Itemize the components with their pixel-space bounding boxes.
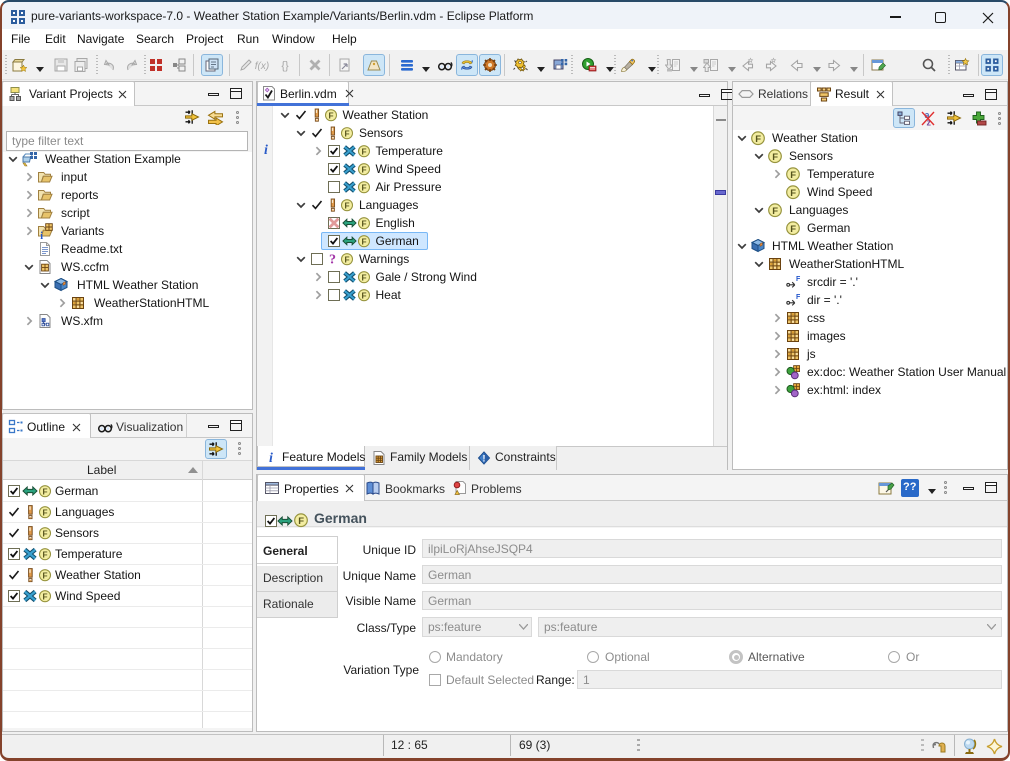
svg-text:F: F [772,206,778,217]
svg-text:F: F [43,487,48,497]
svg-text:F: F [43,550,48,560]
svg-text:f(x): f(x) [255,61,269,72]
svg-text:F: F [361,237,366,247]
svg-text:F: F [345,129,350,139]
svg-text:F: F [43,571,48,581]
svg-text:F: F [361,183,366,193]
svg-text:F: F [790,170,796,181]
svg-text:F: F [796,276,801,283]
svg-text:F: F [361,165,366,175]
svg-text:F: F [345,255,350,265]
svg-text:?: ? [329,252,336,267]
svg-text:F: F [361,219,366,229]
svg-text:i: i [264,143,268,157]
svg-text:F: F [361,273,366,283]
svg-text:F: F [361,147,366,157]
svg-text:F: F [755,134,761,145]
svg-text:F: F [328,111,333,121]
svg-text:!: ! [483,454,486,464]
svg-text:F: F [361,291,366,301]
svg-text:F: F [796,294,801,301]
svg-text:F: F [790,224,796,235]
svg-text:i: i [269,451,273,465]
svg-text:F: F [345,201,350,211]
svg-text:F: F [298,516,304,527]
svg-text:F: F [43,508,48,518]
svg-text:{}: {} [281,60,289,72]
svg-text:F: F [790,188,796,199]
svg-text:F: F [43,592,48,602]
svg-text:F: F [43,529,48,539]
svg-text:F: F [772,152,778,163]
svg-text:i: i [40,231,43,239]
